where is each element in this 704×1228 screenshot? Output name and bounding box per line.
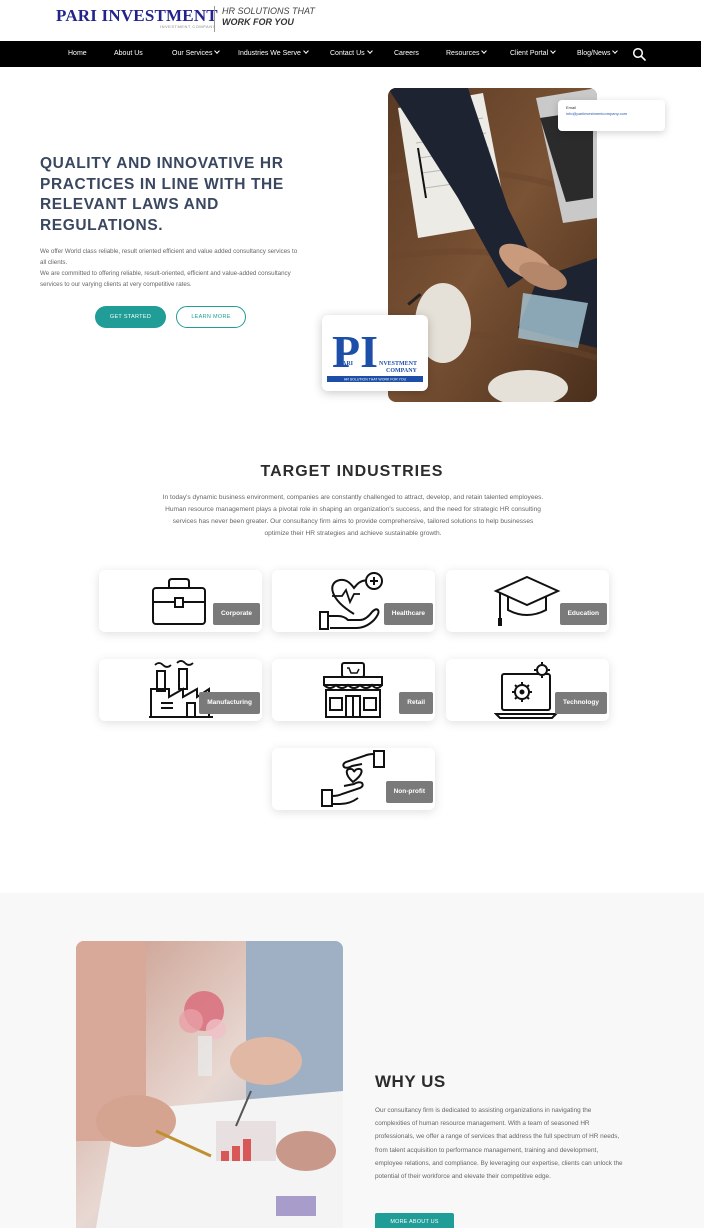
nav-item-services[interactable]: Our Services: [172, 41, 221, 67]
industry-card-technology[interactable]: Technology: [446, 659, 609, 721]
nav-item-label: Home: [68, 50, 87, 57]
industry-card-label: Technology: [555, 692, 607, 714]
why-us-title: WHY US: [375, 1072, 446, 1091]
industry-card-label: Manufacturing: [199, 692, 260, 714]
graduation-cap-icon: [493, 575, 561, 626]
tagline-line1: HR SOLUTIONS THAT: [222, 6, 315, 16]
industry-card-retail[interactable]: Retail: [272, 659, 435, 721]
logo-line1: ARI: [342, 361, 354, 367]
nav-item-client-portal[interactable]: Client Portal: [510, 41, 556, 67]
hero-title: QUALITY AND INNOVATIVE HR PRACTICES IN L…: [40, 155, 284, 234]
industry-card-manufacturing[interactable]: Manufacturing: [99, 659, 262, 721]
laptop-gear-icon: [494, 662, 559, 719]
nav-item-contact[interactable]: Contact Us: [330, 41, 373, 67]
industries-title: TARGET INDUSTRIES: [260, 463, 444, 480]
learn-more-button[interactable]: LEARN MORE: [176, 306, 246, 328]
briefcase-icon: [152, 578, 206, 625]
hero-paragraph: We offer World class reliable, result or…: [40, 248, 298, 266]
chevron-down-icon: [303, 48, 309, 54]
chevron-down-icon: [612, 48, 619, 54]
get-started-button[interactable]: GET STARTED: [95, 306, 166, 328]
nav-item-about[interactable]: About Us: [114, 41, 143, 67]
logo-mark-text: PI: [332, 326, 378, 377]
nav-item-label: Client Portal: [510, 50, 549, 57]
nav-item-resources[interactable]: Resources: [446, 41, 488, 67]
logo-subtitle: INVESTMENT COMPANY: [160, 24, 216, 29]
nav-item-label: Industries We Serve: [238, 50, 301, 57]
logo-slogan: HR SOLUTION THAT WORK FOR YOU: [344, 378, 407, 382]
industries-description: In today's dynamic business environment,…: [162, 494, 544, 537]
giving-hands-icon: [321, 750, 385, 807]
chevron-down-icon: [550, 48, 556, 54]
company-logo-mark: PI ARI NVESTMENT COMPANY HR SOLUTION THA…: [327, 326, 423, 382]
main-nav: Home About Us Our Services Industries We…: [0, 41, 701, 67]
industry-card-label: Education: [559, 603, 607, 625]
chevron-down-icon: [481, 48, 488, 54]
heart-hand-icon: [319, 572, 383, 630]
search-icon[interactable]: [632, 47, 646, 61]
tagline: HR SOLUTIONS THAT WORK FOR YOU: [214, 6, 315, 32]
logo-line3: COMPANY: [386, 368, 418, 374]
nav-item-blog[interactable]: Blog/News: [577, 41, 619, 67]
industry-card-label: Healthcare: [383, 603, 433, 625]
nav-item-label: Resources: [446, 50, 480, 57]
nav-item-label: Blog/News: [577, 50, 611, 57]
chevron-down-icon: [366, 48, 373, 54]
industry-card-label: Corporate: [212, 603, 260, 625]
industry-card-nonprofit[interactable]: Non-profit: [272, 748, 435, 810]
why-us-photo: [76, 941, 343, 1228]
email-link[interactable]: info@pariinvestmentcompany.com: [566, 111, 657, 117]
company-logo-card: PI ARI NVESTMENT COMPANY HR SOLUTION THA…: [322, 315, 428, 391]
nav-item-label: Contact Us: [330, 50, 365, 57]
industry-card-label: Non-profit: [385, 781, 433, 803]
more-about-us-button[interactable]: MORE ABOUT US: [375, 1213, 454, 1228]
industry-card-label: Retail: [399, 692, 433, 714]
nav-item-label: About Us: [114, 50, 143, 57]
why-us-paragraph: Our consultancy firm is dedicated to ass…: [375, 1107, 623, 1181]
nav-item-careers[interactable]: Careers: [394, 41, 419, 67]
chevron-down-icon: [214, 48, 221, 54]
nav-item-label: Careers: [394, 50, 419, 57]
industry-card-healthcare[interactable]: Healthcare: [272, 570, 435, 632]
logo-line2: NVESTMENT: [379, 361, 417, 367]
nav-item-industries[interactable]: Industries We Serve: [238, 41, 309, 67]
tagline-line2: WORK FOR YOU: [222, 17, 294, 27]
email-info-card: Email info@pariinvestmentcompany.com: [558, 100, 665, 131]
nav-item-label: Our Services: [172, 50, 213, 57]
logo[interactable]: PARI INVESTMENT: [56, 6, 218, 26]
industry-card-education[interactable]: Education: [446, 570, 609, 632]
store-icon: [323, 662, 383, 718]
hero-paragraph: We are committed to offering reliable, r…: [40, 270, 291, 288]
nav-item-home[interactable]: Home: [68, 41, 87, 67]
site-header: PARI INVESTMENT INVESTMENT COMPANY HR SO…: [0, 0, 704, 41]
industry-card-corporate[interactable]: Corporate: [99, 570, 262, 632]
